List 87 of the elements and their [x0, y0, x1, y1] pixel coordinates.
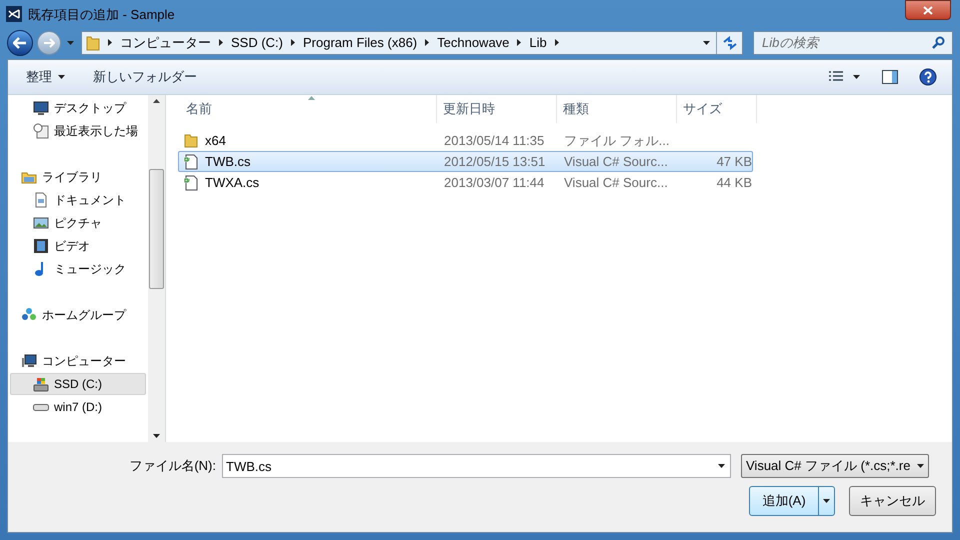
close-button[interactable]	[905, 0, 951, 20]
cancel-button[interactable]: キャンセル	[849, 486, 936, 516]
nav-item[interactable]: ドキュメント	[10, 189, 146, 211]
window-title: 既存項目の追加 - Sample	[28, 6, 175, 24]
file-size: 47 KB	[716, 154, 752, 169]
file-type: Visual C# Sourc...	[563, 174, 669, 192]
add-split-button[interactable]: 追加(A)	[749, 486, 835, 516]
file-row[interactable]: TWXA.cs 2013/03/07 11:44 Visual C# Sourc... 44 KB	[178, 172, 753, 193]
file-type: ファイル フォル...	[563, 132, 670, 150]
column-header[interactable]: サイズ	[677, 95, 757, 123]
close-icon	[923, 6, 933, 15]
chevron-right-icon	[291, 39, 295, 46]
caret-icon	[58, 75, 65, 79]
file-name: x64	[205, 132, 226, 150]
drive-icon	[33, 376, 49, 392]
scroll-thumb[interactable]	[149, 168, 164, 288]
caret-icon	[917, 464, 924, 468]
sort-arrow-icon	[308, 96, 315, 100]
breadcrumb[interactable]: SSD (C:)	[223, 33, 291, 52]
file-name-field[interactable]: TWB.cs	[222, 454, 731, 478]
modified-date: 2013/03/07 11:44	[443, 174, 546, 192]
back-button[interactable]	[7, 30, 33, 56]
computer-icon	[21, 353, 37, 369]
chevron-right-icon	[425, 39, 430, 46]
drive-icon	[33, 404, 49, 410]
clock-document-icon	[33, 123, 49, 139]
film-icon	[33, 238, 49, 254]
nav-item[interactable]: デスクトップ	[10, 97, 146, 119]
nav-item[interactable]: ミュージック	[10, 258, 146, 280]
folder-icon	[86, 34, 100, 51]
file-row[interactable]: x64 2013/05/14 11:35 ファイル フォル...	[178, 130, 753, 151]
list-view-icon	[829, 71, 843, 83]
breadcrumb[interactable]: Technowave	[429, 33, 518, 52]
chevron-right-icon	[108, 39, 112, 46]
file-name-label: ファイル名(N):	[128, 457, 217, 476]
caret-icon	[702, 40, 710, 45]
nav-item[interactable]: ライブラリ	[10, 166, 146, 188]
nav-item[interactable]: ホームグループ	[10, 304, 146, 326]
help-icon	[919, 68, 937, 86]
column-header[interactable]: 名前	[180, 95, 437, 123]
new-folder-button[interactable]: 新しいフォルダー	[79, 64, 211, 90]
caret-icon	[66, 40, 74, 45]
preview-pane-icon	[882, 70, 898, 84]
file-size: 44 KB	[716, 174, 752, 190]
breadcrumb[interactable]: コンピューター	[112, 33, 219, 52]
modified-date: 2012/05/15 13:51	[443, 152, 546, 171]
chevron-right-icon	[517, 39, 522, 46]
column-header[interactable]: 種類	[557, 95, 677, 123]
file-name: TWB.cs	[205, 152, 250, 171]
network-balls-icon	[21, 307, 37, 323]
forward-button[interactable]	[37, 30, 61, 55]
caret-icon	[718, 464, 725, 468]
file-type: Visual C# Sourc...	[563, 152, 669, 171]
file-name: TWXA.cs	[205, 174, 260, 192]
scroll-down-icon	[153, 434, 160, 438]
csharp-file-icon	[183, 174, 199, 190]
picture-icon	[33, 215, 49, 231]
nav-item[interactable]: win7 (D:)	[10, 396, 146, 418]
nav-item[interactable]: SSD (C:)	[10, 373, 146, 395]
modified-date: 2013/05/14 11:35	[443, 132, 546, 150]
chevron-right-icon	[219, 39, 223, 46]
file-row[interactable]: TWB.cs 2012/05/15 13:51 Visual C# Sourc... 47 KB	[178, 151, 753, 172]
app-logo-icon	[6, 6, 22, 22]
dropdown-caret-icon	[823, 499, 830, 503]
address-bar[interactable]: コンピューター SSD (C:) Program Files (x86) Technowave Lib	[81, 30, 743, 55]
document-icon	[33, 192, 49, 208]
search-icon	[932, 36, 945, 49]
nav-item[interactable]: ピクチャ	[10, 212, 146, 234]
csharp-file-icon	[183, 154, 199, 170]
refresh-icon	[722, 36, 738, 50]
breadcrumb[interactable]: Program Files (x86)	[295, 33, 426, 52]
nav-item[interactable]: 最近表示した場	[10, 120, 146, 142]
arrow-left-icon	[13, 36, 27, 49]
arrow-right-icon	[43, 38, 55, 48]
scrollbar[interactable]	[148, 95, 165, 442]
caret-icon	[853, 75, 860, 79]
folder-icon	[183, 132, 199, 148]
nav-item[interactable]: コンピューター	[10, 350, 146, 372]
organize-menu-button[interactable]: 整理	[12, 64, 79, 90]
scroll-up-icon	[153, 99, 160, 103]
file-type-dropdown[interactable]: Visual C# ファイル (*.cs;*.re	[741, 454, 929, 478]
search-field[interactable]: Libの検索	[753, 30, 953, 55]
column-header[interactable]: 更新日時	[437, 95, 557, 123]
chevron-right-icon	[554, 39, 559, 46]
monitor-icon	[33, 100, 49, 116]
nav-item[interactable]: ビデオ	[10, 235, 146, 257]
breadcrumb[interactable]: Lib	[521, 33, 555, 52]
